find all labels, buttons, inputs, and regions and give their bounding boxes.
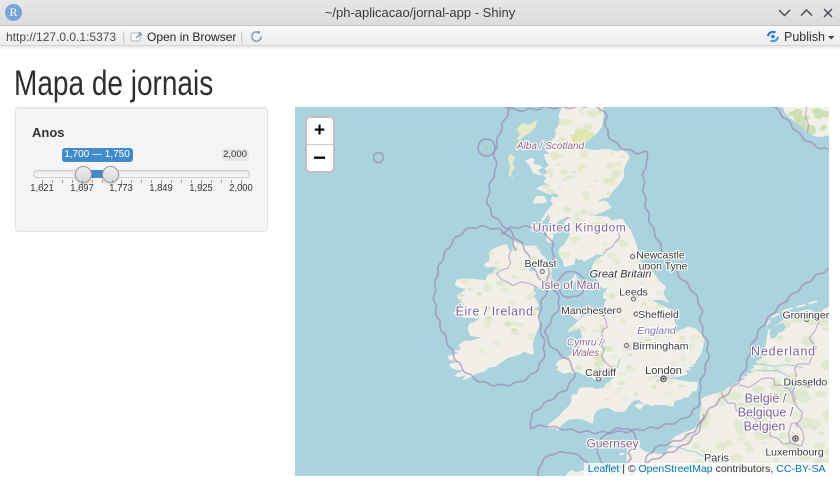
svg-text:Leeds: Leeds — [619, 286, 648, 298]
svg-text:Guernsey: Guernsey — [586, 436, 638, 450]
svg-text:Groninger: Groninger — [782, 309, 829, 321]
svg-text:Sheffield: Sheffield — [638, 309, 679, 321]
svg-text:Éire / Ireland: Éire / Ireland — [455, 303, 533, 318]
svg-text:England: England — [637, 325, 677, 337]
svg-text:Düsseldo: Düsseldo — [783, 376, 827, 388]
svg-text:Cardiff: Cardiff — [585, 367, 616, 379]
svg-text:Nederland: Nederland — [751, 344, 816, 358]
svg-text:Isle of Man: Isle of Man — [541, 278, 600, 292]
svg-text:London: London — [645, 365, 682, 377]
svg-text:United Kingdom: United Kingdom — [532, 220, 626, 234]
svg-text:Luxembourg: Luxembourg — [765, 446, 824, 458]
svg-text:Wales: Wales — [571, 348, 599, 359]
svg-text:Belgien: Belgien — [743, 419, 785, 433]
svg-text:Belfast: Belfast — [524, 258, 556, 270]
svg-text:Belgique /: Belgique / — [737, 405, 793, 419]
svg-text:België /: België / — [744, 391, 786, 405]
svg-text:Manchester: Manchester — [561, 305, 616, 317]
svg-text:Cymru /: Cymru / — [567, 337, 603, 348]
svg-text:Alba / Scotland: Alba / Scotland — [515, 141, 584, 152]
svg-text:Birmingham: Birmingham — [632, 340, 688, 352]
